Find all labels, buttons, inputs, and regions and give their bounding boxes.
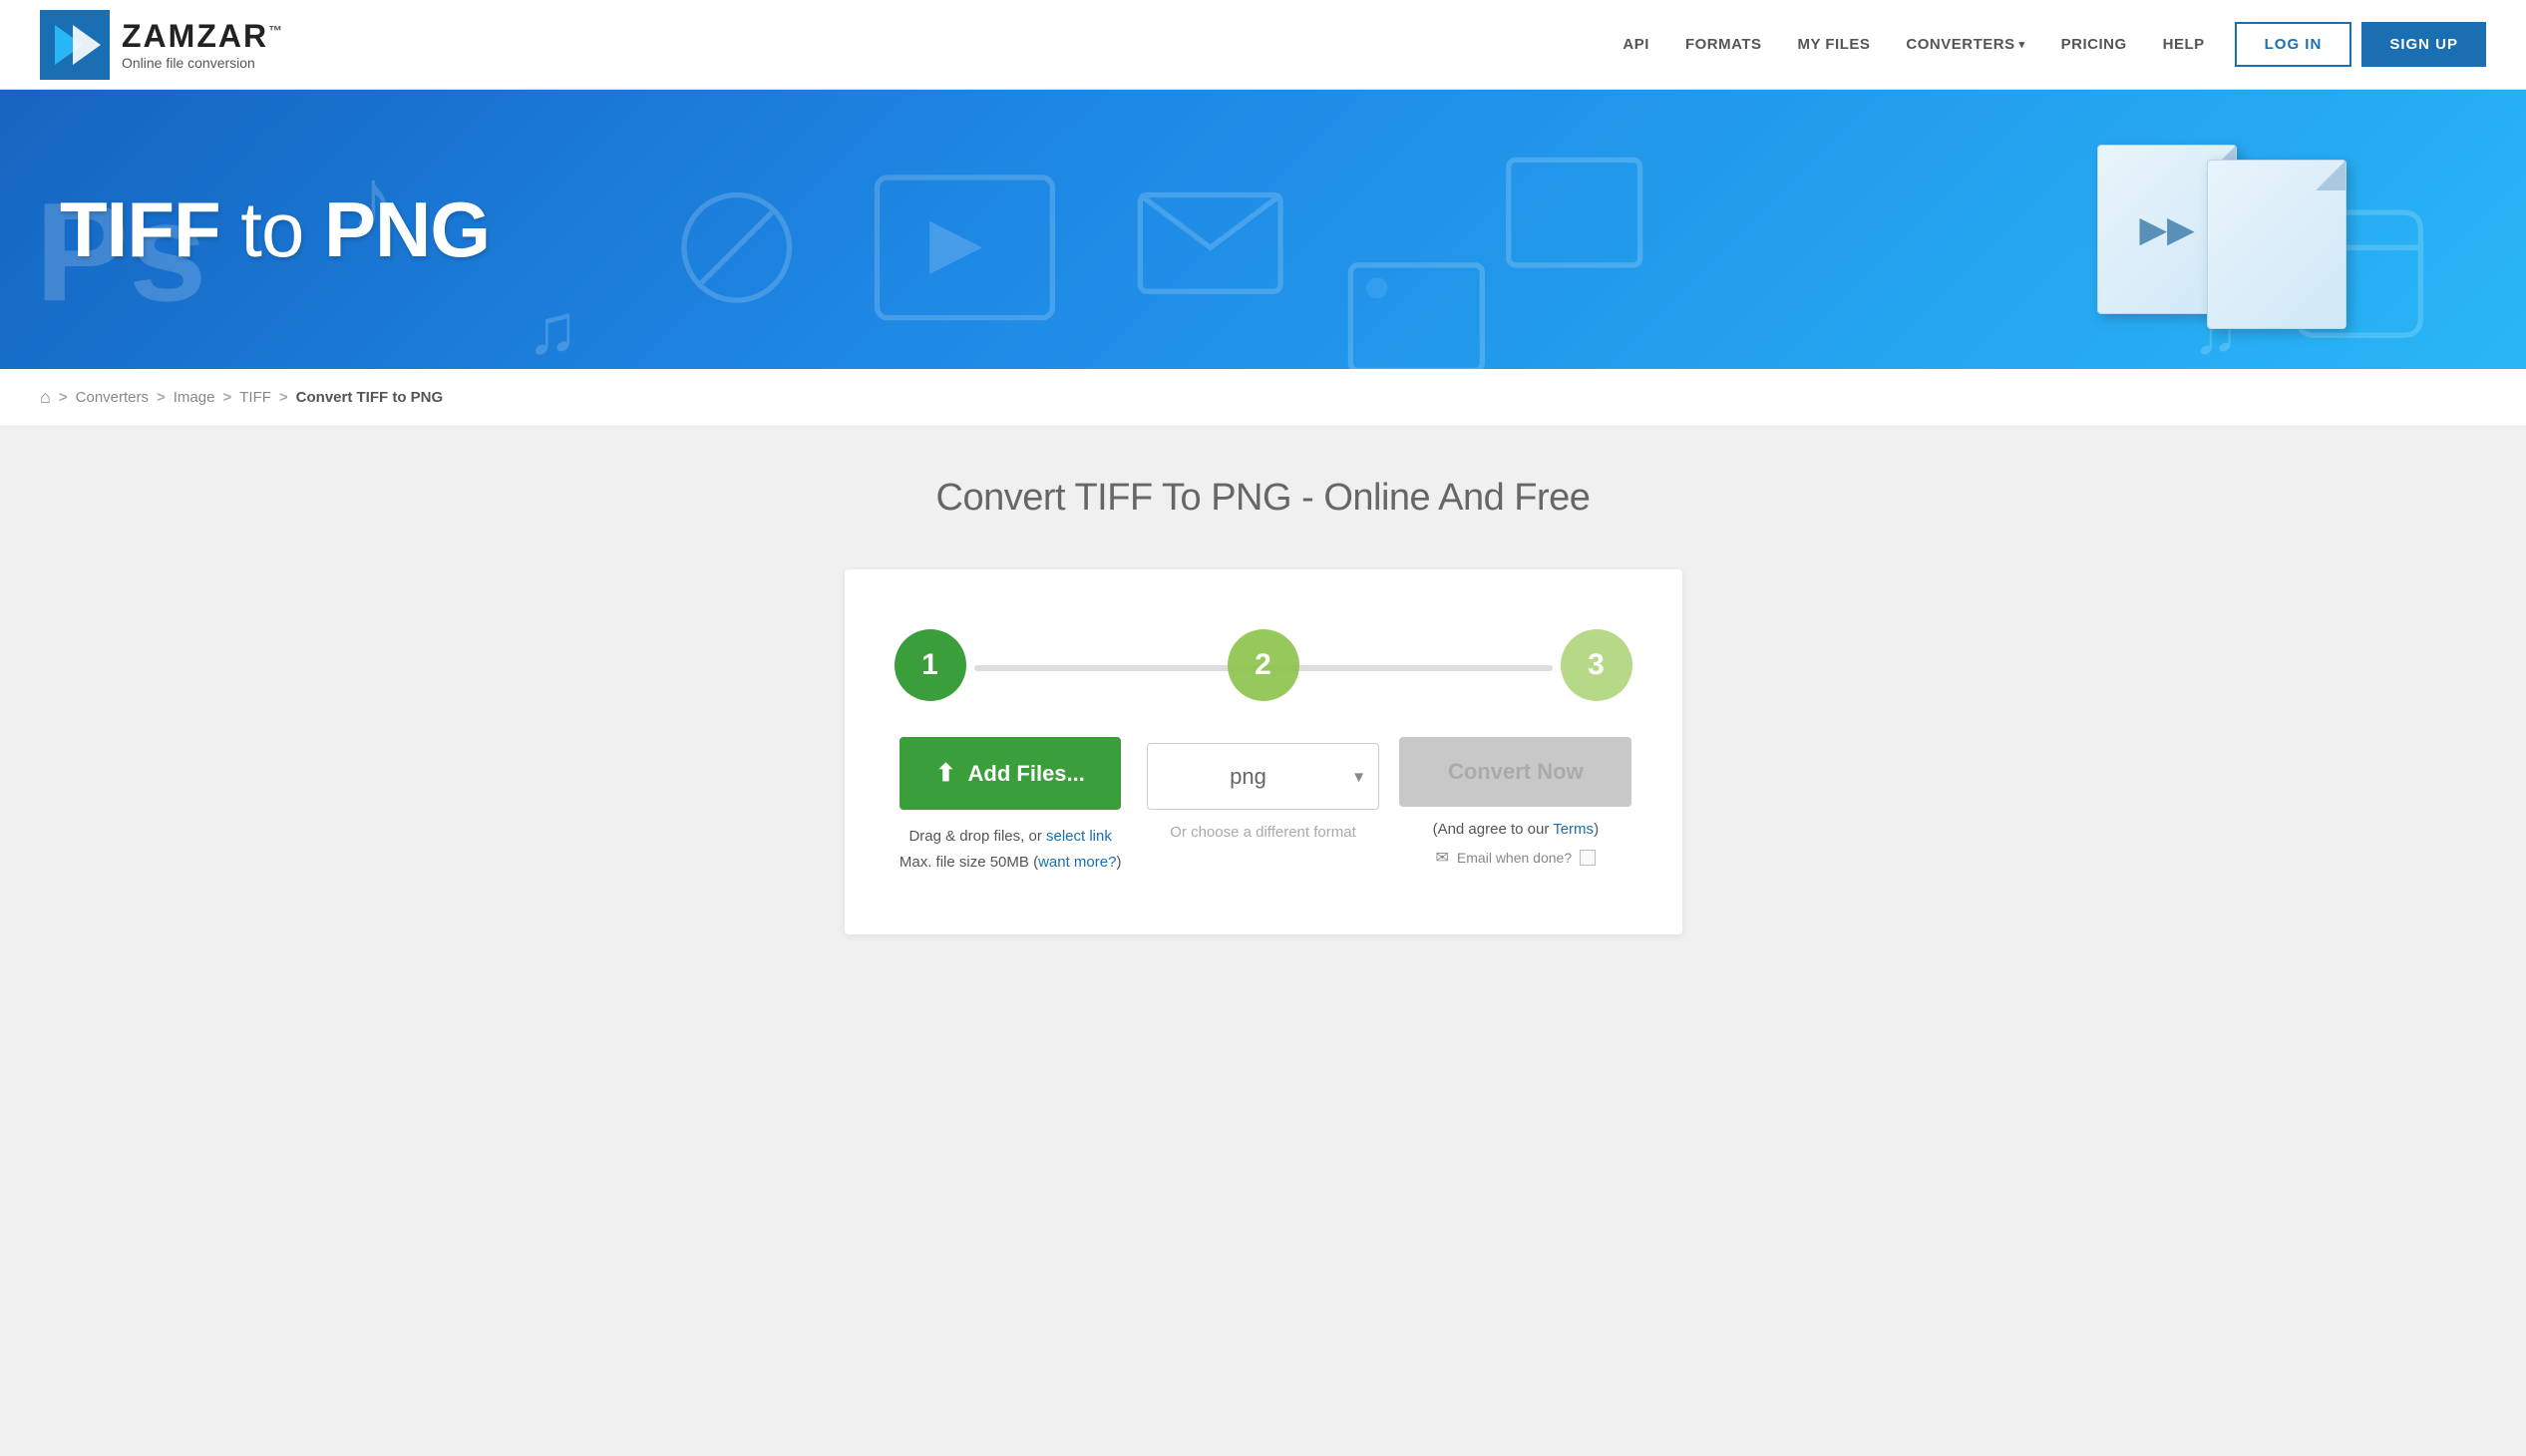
play-arrow-icon: ▶▶ [2139,208,2194,250]
email-label: Email when done? [1457,850,1572,866]
or-format-text: Or choose a different format [1170,824,1355,841]
nav-formats[interactable]: FORMATS [1685,36,1762,53]
nav-my-files[interactable]: MY FILES [1797,36,1870,53]
format-select[interactable]: png jpg gif bmp webp [1147,743,1379,810]
breadcrumb-converters[interactable]: Converters [76,389,149,406]
nav-api[interactable]: API [1623,36,1649,53]
chevron-down-icon: ▾ [2019,38,2025,51]
breadcrumb-sep-4: > [279,389,288,406]
signup-button[interactable]: SIGN UP [2361,22,2486,67]
breadcrumb-sep-2: > [157,389,166,406]
converter-card: 1 2 3 ⬆ Add Files... Drag & drop files, … [845,569,1682,934]
step-3-circle: 3 [1561,629,1632,701]
breadcrumb: ⌂ > Converters > Image > TIFF > Convert … [0,369,2526,427]
hero-banner: Ps ♪ ♫ ♪ ♫ TIFF to PNG ▶▶ [0,90,2526,369]
logo-subtitle: Online file conversion [122,55,284,71]
steps-row: 1 2 3 [895,629,1632,701]
steps-content: ⬆ Add Files... Drag & drop files, or sel… [895,737,1632,875]
nav-help[interactable]: HELP [2163,36,2205,53]
file-doc-2 [2207,160,2346,329]
step-2-col: png jpg gif bmp webp ▾ Or choose a diffe… [1147,737,1379,841]
want-more-link[interactable]: want more? [1038,854,1116,871]
breadcrumb-sep-1: > [59,389,68,406]
header: ZAMZAR™ Online file conversion API FORMA… [0,0,2526,90]
breadcrumb-tiff[interactable]: TIFF [239,389,271,406]
step-3-col: Convert Now (And agree to our Terms) ✉ E… [1399,737,1631,868]
add-files-button[interactable]: ⬆ Add Files... [900,737,1120,810]
login-button[interactable]: LOG IN [2235,22,2352,67]
logo[interactable]: ZAMZAR™ Online file conversion [40,10,284,80]
step-1-col: ⬆ Add Files... Drag & drop files, or sel… [895,737,1127,875]
nav-pricing[interactable]: PRICING [2061,36,2127,53]
step-2-circle: 2 [1228,629,1299,701]
nav-converters[interactable]: CONVERTERS ▾ [1906,36,2024,53]
logo-name: ZAMZAR™ [122,18,284,55]
home-icon[interactable]: ⌂ [40,387,51,408]
email-row: ✉ Email when done? [1436,848,1597,868]
breadcrumb-sep-3: > [222,389,231,406]
main-content: Convert TIFF To PNG - Online And Free 1 … [0,427,2526,994]
terms-link[interactable]: Terms [1553,821,1594,838]
email-icon: ✉ [1436,848,1449,868]
nav: API FORMATS MY FILES CONVERTERS ▾ PRICIN… [1623,36,2204,53]
breadcrumb-image[interactable]: Image [174,389,215,406]
agree-text: (And agree to our Terms) [1433,821,1599,838]
select-link[interactable]: select link [1046,828,1112,845]
hero-files-illustration: ▶▶ [2097,130,2346,329]
step-1-circle: 1 [895,629,966,701]
page-title: Convert TIFF To PNG - Online And Free [40,477,2486,520]
breadcrumb-current: Convert TIFF to PNG [296,389,444,406]
svg-text:♫: ♫ [527,289,579,368]
hero-title: TIFF to PNG [60,184,490,275]
drop-text: Drag & drop files, or select link Max. f… [900,824,1122,875]
logo-icon [40,10,110,80]
format-select-wrapper: png jpg gif bmp webp ▾ [1147,743,1379,810]
upload-icon: ⬆ [935,759,955,788]
logo-text: ZAMZAR™ Online file conversion [122,18,284,71]
convert-now-button[interactable]: Convert Now [1399,737,1631,807]
email-checkbox[interactable] [1580,850,1596,866]
